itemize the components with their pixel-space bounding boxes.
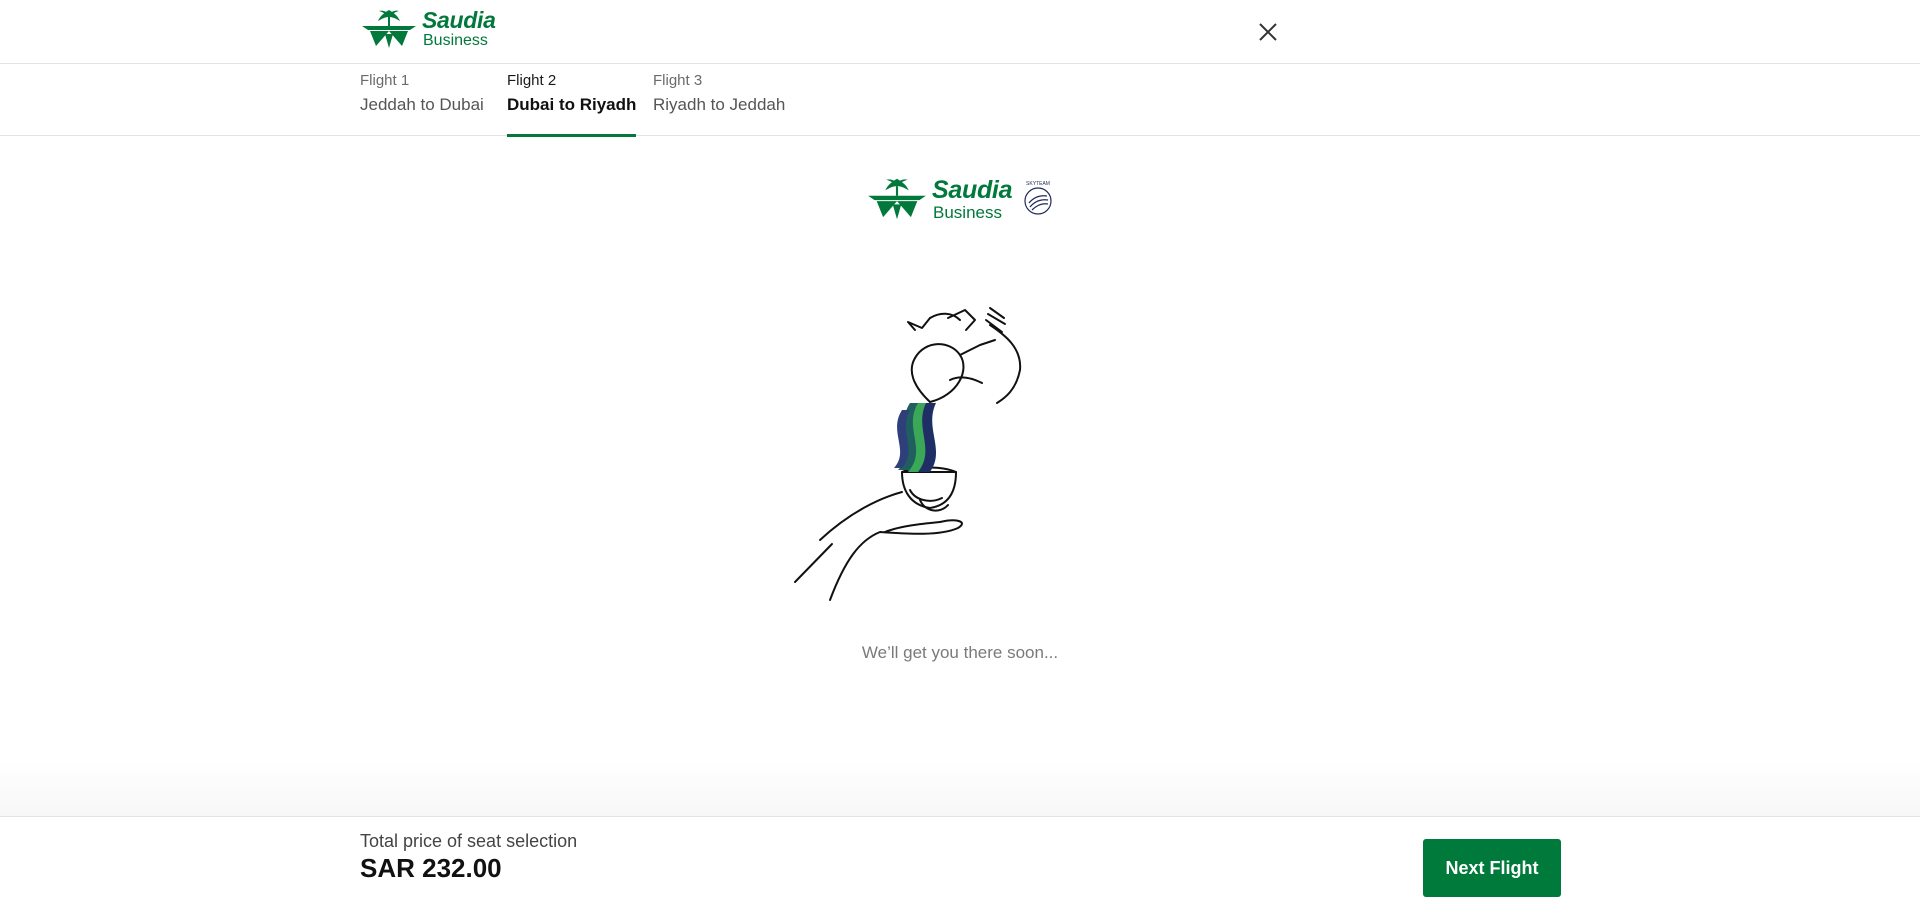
tab-flight-label: Flight 3 bbox=[653, 72, 703, 89]
tab-route-label: Riyadh to Jeddah bbox=[653, 95, 786, 114]
total-price-label: Total price of seat selection bbox=[360, 831, 578, 851]
logo-brand-text: Saudia bbox=[932, 175, 1013, 204]
logo-sub-text: Business bbox=[423, 32, 488, 49]
skyteam-wordmark: SKYTEAM bbox=[1026, 181, 1050, 187]
close-icon bbox=[1259, 23, 1277, 41]
close-button[interactable] bbox=[1254, 18, 1282, 46]
loading-logo: Saudia Business SKYTEAM bbox=[866, 176, 1056, 222]
top-header: Saudia Business bbox=[0, 0, 1920, 64]
flight-tabs: Flight 1 Jeddah to Dubai Flight 2 Dubai … bbox=[0, 64, 1920, 137]
tab-route-label: Dubai to Riyadh bbox=[507, 95, 637, 114]
skyteam-logo-icon: SKYTEAM bbox=[1024, 181, 1052, 215]
palm-swords-logo-icon bbox=[362, 10, 416, 48]
tab-flight-1[interactable]: Flight 1 Jeddah to Dubai bbox=[360, 64, 484, 136]
palm-swords-logo-icon bbox=[868, 178, 926, 220]
loading-message: We’ll get you there soon... bbox=[861, 643, 1059, 662]
footer-shadow bbox=[0, 760, 1920, 816]
logo-sub-text: Business bbox=[933, 202, 1002, 222]
tab-route-label: Jeddah to Dubai bbox=[360, 95, 484, 114]
next-flight-button[interactable]: Next Flight bbox=[1423, 839, 1561, 897]
tab-flight-label: Flight 2 bbox=[507, 72, 557, 89]
tab-flight-2[interactable]: Flight 2 Dubai to Riyadh bbox=[507, 64, 637, 137]
bottom-footer: Total price of seat selection SAR 232.00… bbox=[0, 816, 1920, 901]
tab-flight-3[interactable]: Flight 3 Riyadh to Jeddah bbox=[653, 64, 785, 136]
coffee-pouring-illustration bbox=[794, 307, 1022, 601]
total-price-value: SAR 232.00 bbox=[360, 853, 502, 883]
tab-flight-label: Flight 1 bbox=[360, 72, 410, 89]
logo-brand-text: Saudia bbox=[422, 7, 496, 33]
saudia-business-logo[interactable]: Saudia Business bbox=[360, 8, 496, 50]
